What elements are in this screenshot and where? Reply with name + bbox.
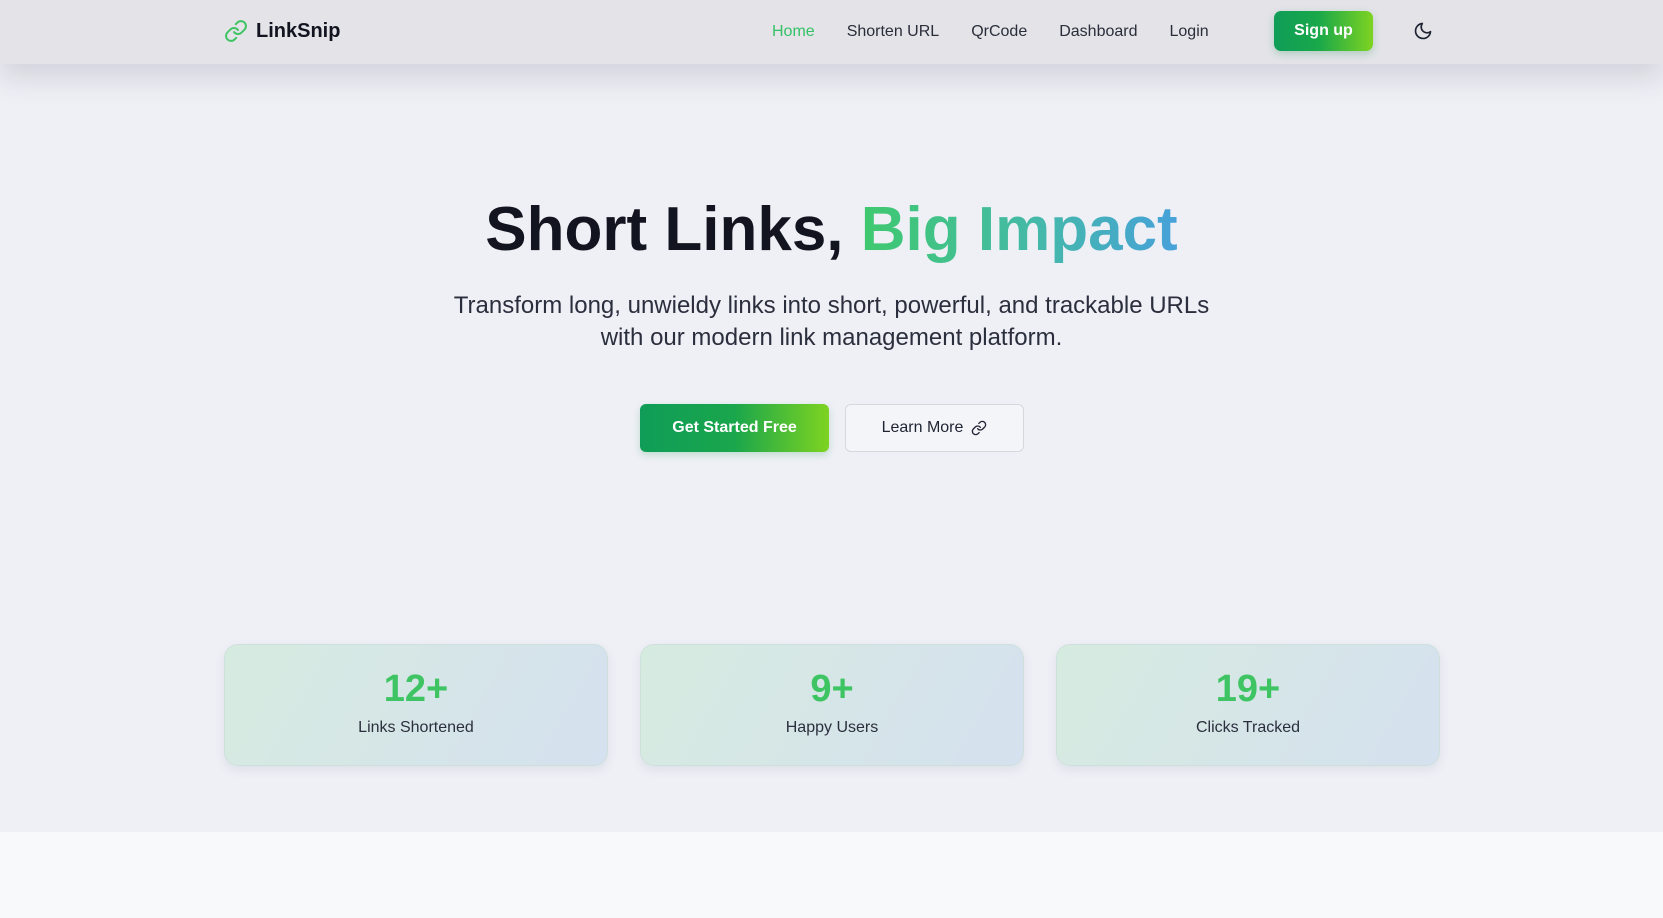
link-icon: [225, 20, 247, 42]
brand-logo[interactable]: LinkSnip: [224, 17, 340, 45]
stat-card-users: 9+ Happy Users: [640, 644, 1024, 766]
stat-value: 9+: [810, 668, 854, 710]
stat-value: 12+: [383, 668, 449, 710]
stat-label: Clicks Tracked: [1195, 719, 1301, 736]
stat-label: Links Shortened: [358, 719, 474, 736]
nav-menu: Home Shorten URL QrCode Dashboard Login: [772, 0, 1241, 64]
hero-title-highlight: Big Impact: [860, 195, 1178, 264]
stat-value: 19+: [1215, 668, 1281, 710]
hero-section: Short Links, Big Impact Transform long, …: [0, 64, 1663, 832]
nav-link-login[interactable]: Login: [1170, 23, 1209, 41]
nav-link-home[interactable]: Home: [772, 23, 815, 41]
stat-label: Happy Users: [785, 719, 879, 736]
nav-link-dashboard[interactable]: Dashboard: [1059, 23, 1137, 41]
stats-row: 12+ Links Shortened 9+ Happy Users 19+ C…: [224, 644, 1441, 766]
nav-link-shorten-url[interactable]: Shorten URL: [847, 23, 940, 41]
hero-subtitle: Transform long, unwieldy links into shor…: [453, 292, 1210, 351]
get-started-button[interactable]: Get Started Free: [640, 404, 829, 452]
nav-link-qrcode[interactable]: QrCode: [971, 23, 1027, 41]
stat-card-links: 12+ Links Shortened: [224, 644, 608, 766]
navbar: LinkSnip Home Shorten URL QrCode Dashboa…: [0, 0, 1663, 64]
hero-title: Short Links, Big Impact: [0, 194, 1663, 265]
learn-more-button[interactable]: Learn More: [845, 404, 1024, 452]
link-icon: [972, 420, 987, 436]
stat-card-clicks: 19+ Clicks Tracked: [1056, 644, 1440, 766]
brand-name: LinkSnip: [256, 19, 341, 42]
theme-toggle-button[interactable]: [1410, 18, 1436, 44]
moon-icon: [1414, 22, 1432, 40]
signup-button[interactable]: Sign up: [1274, 11, 1373, 51]
next-section: [0, 832, 1663, 918]
hero-title-plain: Short Links,: [485, 195, 861, 264]
learn-more-label: Learn More: [881, 419, 964, 436]
